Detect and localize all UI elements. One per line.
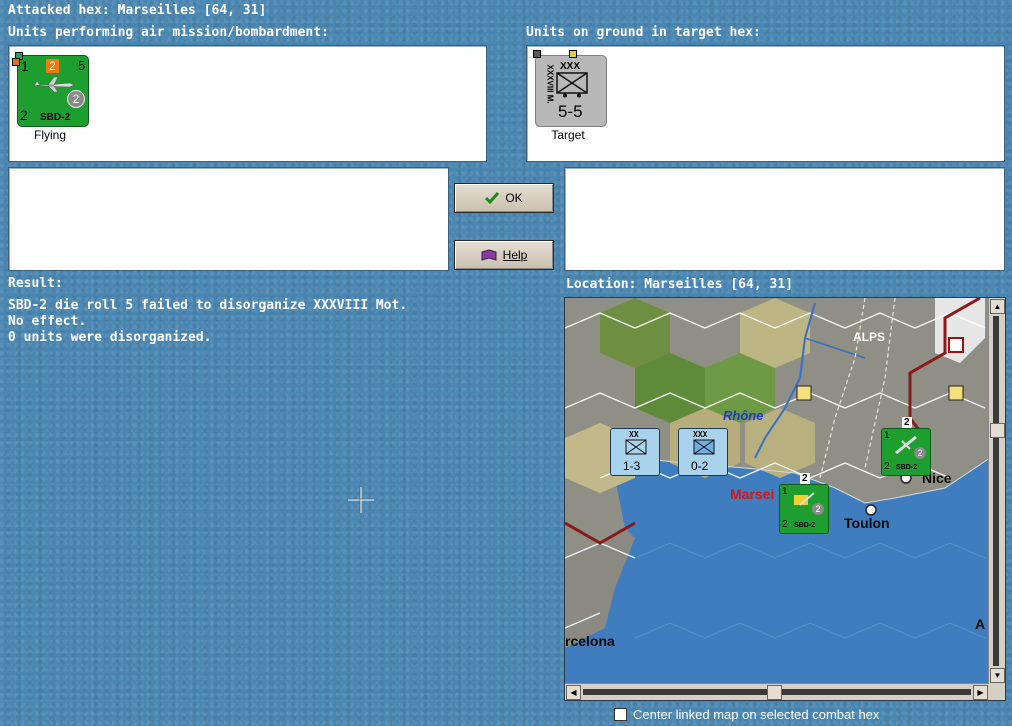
unit-circle-badge: 2 — [67, 90, 85, 108]
unit-stat: 5 — [78, 58, 86, 73]
unit-stat: 1 — [884, 430, 890, 441]
unit-stat-badge: 2 — [46, 59, 59, 73]
unit-stat: 1 — [782, 486, 788, 497]
unit-stat: 2 — [782, 519, 788, 530]
map-vertical-scrollbar[interactable]: ▲ ▼ — [988, 298, 1005, 684]
unit-side-label: XXXVIII M. — [545, 64, 555, 104]
air-units-title: Units performing air mission/bombardment… — [8, 25, 329, 40]
scroll-left-arrow-icon[interactable]: ◀ — [566, 685, 581, 700]
scroll-track — [993, 316, 999, 666]
scroll-up-arrow-icon[interactable]: ▲ — [990, 299, 1005, 314]
scroll-right-arrow-icon[interactable]: ▶ — [973, 685, 988, 700]
ground-units-box: XXX XXXVIII M. 5-5 Target — [526, 45, 1005, 162]
unit-circle-badge: 2 — [914, 447, 926, 459]
help-button[interactable]: Help — [454, 240, 554, 270]
unit-size: XXX — [693, 430, 708, 439]
ok-label: OK — [505, 191, 523, 205]
unit-stat: 1 — [21, 58, 29, 74]
scroll-thumb[interactable] — [767, 685, 782, 700]
attacked-hex-title: Attacked hex: Marseilles [64, 31] — [8, 3, 267, 18]
left-details-box — [8, 167, 449, 271]
center-map-checkbox[interactable] — [614, 708, 627, 721]
scroll-thumb[interactable] — [990, 423, 1005, 438]
ground-unit-counter[interactable]: XXX XXXVIII M. 5-5 — [533, 50, 607, 127]
map-air-unit-counter[interactable]: 2 1 2 2 SBD-2 — [779, 473, 829, 534]
right-details-box — [564, 167, 1005, 271]
map-unit-counter[interactable]: XXX 0-2 — [678, 428, 728, 476]
center-map-checkbox-row[interactable]: Center linked map on selected combat hex — [614, 707, 879, 722]
help-book-icon — [481, 249, 497, 261]
unit-stat: 2 — [884, 461, 890, 472]
scroll-corner — [989, 684, 1005, 700]
ok-button[interactable]: OK — [454, 183, 554, 213]
unit-circle-badge: 2 — [812, 503, 824, 515]
map-label-alps: ALPS — [853, 330, 886, 344]
air-units-box: 1 2 5 2 2 SBD-2 Flying — [8, 45, 487, 162]
map-label-marseilles: Marsei — [730, 486, 775, 502]
status-dot-icon — [12, 58, 20, 66]
map-label-edge: A — [975, 616, 986, 632]
unit-status-label: Flying — [33, 128, 66, 142]
unit-name: SBD-2 — [40, 112, 71, 123]
unit-stack-count: 2 — [902, 417, 912, 428]
unit-stack-count: 2 — [800, 473, 810, 484]
infantry-icon — [693, 439, 715, 455]
scroll-down-arrow-icon[interactable]: ▼ — [990, 668, 1005, 683]
unit-strength: 5-5 — [558, 102, 583, 121]
infantry-icon — [625, 439, 647, 455]
location-label: Location: Marseilles [64, 31] — [566, 277, 793, 292]
map-label-toulon: Toulon — [844, 515, 890, 531]
unit-name: SBD-2 — [896, 464, 918, 471]
status-dot-icon — [533, 50, 541, 58]
unit-strength: 1-3 — [623, 459, 641, 473]
unit-name: SBD-2 — [794, 522, 816, 529]
map-air-unit-counter[interactable]: 2 1 2 2 SBD-2 — [881, 417, 931, 476]
map-label-barcelona: rcelona — [565, 633, 615, 649]
status-dot-icon — [569, 50, 577, 58]
result-label: Result: — [8, 276, 63, 291]
center-map-checkbox-label: Center linked map on selected combat hex — [633, 707, 880, 722]
help-label: Help — [502, 248, 528, 262]
combat-map[interactable]: ALPS Rhône Marsei Toulon Nice rcelona A … — [564, 297, 1006, 701]
unit-stat: 2 — [20, 107, 28, 123]
infantry-icon — [556, 72, 588, 98]
air-unit-counter[interactable]: 1 2 5 2 2 SBD-2 — [12, 52, 89, 127]
result-line: 0 units were disorganized. — [8, 330, 212, 345]
unit-size: XXX — [560, 61, 581, 72]
unit-size: XX — [629, 430, 639, 439]
map-unit-counter[interactable]: XX 1-3 — [610, 428, 660, 476]
crosshair-cursor-icon — [348, 487, 374, 513]
unit-status-label: Target — [551, 128, 585, 142]
checkmark-icon — [485, 192, 500, 204]
ground-units-title: Units on ground in target hex: — [526, 25, 761, 40]
result-line: No effect. — [8, 314, 87, 329]
map-horizontal-scrollbar[interactable]: ◀ ▶ — [565, 683, 989, 700]
result-line: SBD-2 die roll 5 failed to disorganize X… — [8, 298, 408, 313]
unit-strength: 0-2 — [691, 459, 709, 473]
map-label-rhone: Rhône — [723, 408, 764, 423]
